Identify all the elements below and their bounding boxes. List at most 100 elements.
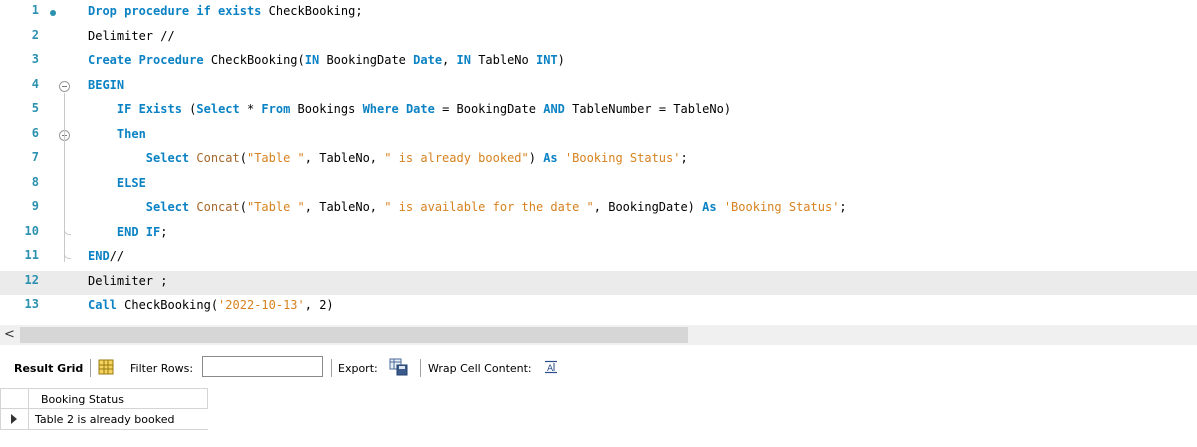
statement-marker-icon (50, 10, 56, 16)
code-token: Create Procedure (88, 53, 211, 67)
fold-end-guide (64, 225, 71, 235)
code-token: * (246, 102, 262, 116)
code-line[interactable]: 3 Create Procedure CheckBooking(IN Bookin… (0, 50, 1197, 74)
code-token: 'Booking Status' (564, 151, 681, 165)
code-token: AND (543, 102, 573, 116)
filter-rows-input[interactable] (202, 356, 323, 377)
code-token: Concat (196, 151, 240, 165)
code-token: ) (528, 151, 544, 165)
scroll-left-arrow[interactable]: < (4, 327, 15, 342)
code-token: Bookings (297, 102, 363, 116)
code-text: END IF; (88, 225, 168, 239)
export-label: Export: (338, 362, 378, 375)
code-token: CheckBooking( (210, 53, 305, 67)
code-token: = BookingDate (442, 102, 544, 116)
wrap-cell-content-label: Wrap Cell Content: (428, 362, 532, 375)
line-number: 7 (31, 150, 39, 164)
code-text: Delimiter ; (88, 274, 167, 288)
code-text: Drop procedure if exists CheckBooking; (88, 4, 363, 18)
export-icon[interactable] (389, 358, 409, 379)
code-token: BEGIN (88, 77, 125, 92)
code-line[interactable]: 12 Delimiter ; (0, 270, 1197, 295)
code-line[interactable]: 11 END// (0, 246, 1197, 270)
result-toolbar: Result Grid Filter Rows: Export: Wrap Ce… (0, 355, 1197, 381)
code-line[interactable]: 10 END IF; (0, 222, 1197, 246)
code-token: ) (557, 53, 565, 67)
code-token: IF Exists (116, 102, 190, 116)
code-text: END// (88, 249, 124, 263)
code-token: IN (304, 53, 327, 67)
code-token: TableNo (478, 53, 536, 67)
code-token: '2022-10-13' (218, 298, 305, 312)
code-text: ELSE (88, 176, 146, 190)
result-grid: Booking Status Table 2 is already booked (0, 388, 1197, 447)
code-token: INT (535, 53, 558, 67)
code-token: , BookingDate) (593, 200, 703, 214)
code-token: ; (680, 151, 688, 165)
code-line[interactable]: 8 ELSE (0, 173, 1197, 197)
line-number: 11 (24, 248, 39, 262)
code-line[interactable]: 4 BEGIN (0, 75, 1197, 99)
code-token: , 2) (304, 298, 334, 312)
row-selector[interactable] (0, 409, 29, 430)
code-text: Create Procedure CheckBooking(IN Booking… (88, 53, 565, 67)
code-token: Where (362, 102, 406, 116)
code-token: Date (413, 53, 443, 67)
code-token: BookingDate (326, 53, 414, 67)
code-token: Call (88, 298, 125, 312)
code-line[interactable]: 9 Select Concat("Table ", TableNo, " is … (0, 197, 1197, 221)
line-number: 13 (24, 297, 39, 311)
code-token: 'Booking Status' (723, 200, 840, 214)
code-token: Select (145, 151, 197, 165)
column-header-label: Booking Status (41, 393, 124, 406)
code-token: END IF (116, 224, 161, 239)
code-token: CheckBooking( (124, 298, 219, 312)
code-token: TableNumber = TableNo) (572, 102, 732, 116)
code-token: "Table " (246, 200, 305, 214)
code-token: "Table " (246, 151, 305, 165)
line-number: 6 (31, 125, 39, 140)
code-token: As (702, 200, 724, 214)
code-line[interactable]: 6 Then (0, 124, 1197, 148)
toolbar-separator (331, 359, 332, 377)
horizontal-scrollbar[interactable]: < (0, 325, 1197, 345)
code-token: ( (239, 151, 247, 165)
wrap-text-icon[interactable]: A (544, 360, 558, 377)
code-token: Concat (196, 200, 240, 214)
sql-editor[interactable]: 1 Drop procedure if exists CheckBooking; 2… (0, 0, 1197, 324)
current-row-arrow-icon (11, 414, 17, 424)
code-line[interactable]: 7 Select Concat("Table ", TableNo, " is … (0, 148, 1197, 172)
code-token: " is already booked" (384, 151, 529, 165)
result-grid-tab[interactable]: Result Grid (14, 362, 83, 375)
code-text: BEGIN (88, 78, 124, 92)
code-token: , (442, 53, 457, 67)
code-text: Then (88, 127, 146, 141)
code-line[interactable]: 13 Call CheckBooking('2022-10-13', 2) (0, 295, 1197, 319)
grid-view-icon[interactable] (98, 359, 114, 378)
scrollbar-thumb[interactable] (20, 327, 688, 343)
line-number: 4 (31, 76, 39, 91)
line-number: 1 (31, 3, 39, 17)
code-token: As (543, 151, 565, 165)
code-token: Delimiter // (88, 28, 175, 43)
code-token: Date (405, 102, 443, 116)
table-cell[interactable]: Table 2 is already booked (28, 409, 208, 430)
line-number: 12 (24, 272, 39, 287)
code-token: Select (145, 200, 197, 214)
fold-collapse-icon[interactable] (59, 80, 70, 92)
line-number: 5 (31, 101, 39, 115)
row-header-corner (0, 388, 29, 409)
code-token: ; (160, 224, 168, 239)
code-text: Call CheckBooking('2022-10-13', 2) (88, 298, 334, 312)
code-token: IN (456, 53, 479, 67)
cell-value: Table 2 is already booked (35, 413, 175, 426)
code-line[interactable]: 2 Delimiter // (0, 26, 1197, 50)
code-line[interactable]: 5 IF Exists (Select * From Bookings Wher… (0, 99, 1197, 123)
column-header-booking-status[interactable]: Booking Status (28, 388, 208, 409)
code-line[interactable]: 1 Drop procedure if exists CheckBooking; (0, 1, 1197, 25)
line-number: 8 (31, 174, 39, 189)
